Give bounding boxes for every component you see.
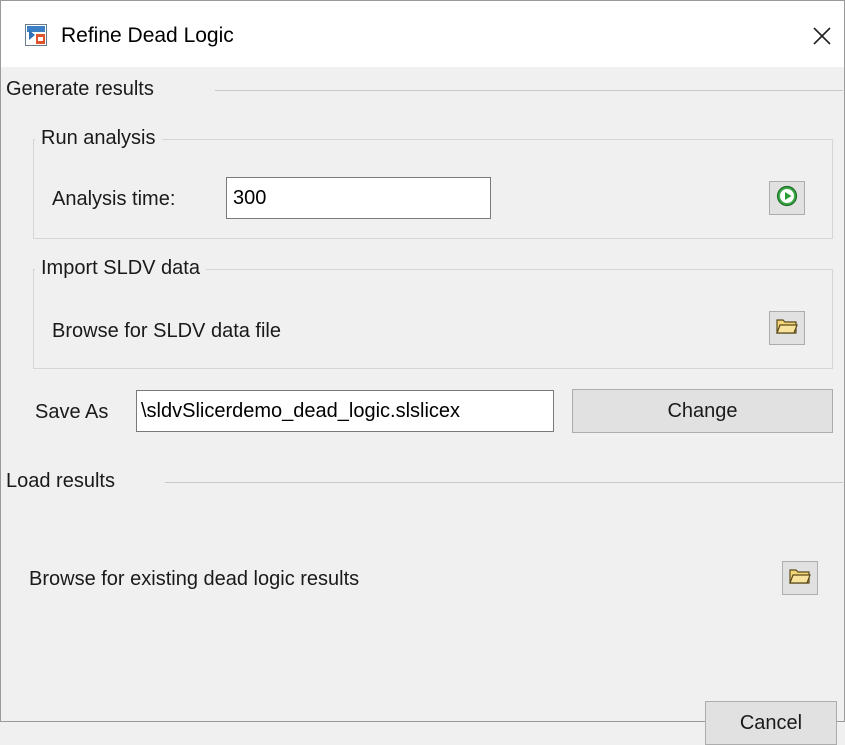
title-bar: Refine Dead Logic xyxy=(1,1,844,67)
import-sldv-title: Import SLDV data xyxy=(35,256,206,280)
load-results-header: Load results xyxy=(6,470,115,492)
save-as-path-input[interactable] xyxy=(136,390,554,432)
analysis-time-input[interactable] xyxy=(226,177,491,219)
generate-results-header: Generate results xyxy=(6,78,154,100)
analysis-time-label: Analysis time: xyxy=(52,188,176,210)
run-analysis-title: Run analysis xyxy=(35,126,162,150)
load-results-divider xyxy=(165,482,843,483)
save-as-label: Save As xyxy=(35,401,109,423)
browse-sldv-button[interactable] xyxy=(769,311,805,345)
run-analysis-button[interactable] xyxy=(769,181,805,215)
browse-existing-results-button[interactable] xyxy=(782,561,818,595)
cancel-button[interactable]: Cancel xyxy=(705,701,837,745)
close-icon[interactable] xyxy=(807,21,837,51)
folder-open-icon xyxy=(789,567,811,590)
folder-open-icon xyxy=(776,317,798,340)
refine-dead-logic-dialog: Refine Dead Logic Generate results Run a… xyxy=(0,0,845,745)
browse-existing-results-label: Browse for existing dead logic results xyxy=(29,568,360,590)
generate-results-divider xyxy=(215,90,843,91)
dialog-title: Refine Dead Logic xyxy=(61,24,234,47)
simulink-model-icon xyxy=(25,24,47,46)
play-icon xyxy=(776,185,798,212)
browse-sldv-label: Browse for SLDV data file xyxy=(52,320,281,342)
change-button[interactable]: Change xyxy=(572,389,833,433)
